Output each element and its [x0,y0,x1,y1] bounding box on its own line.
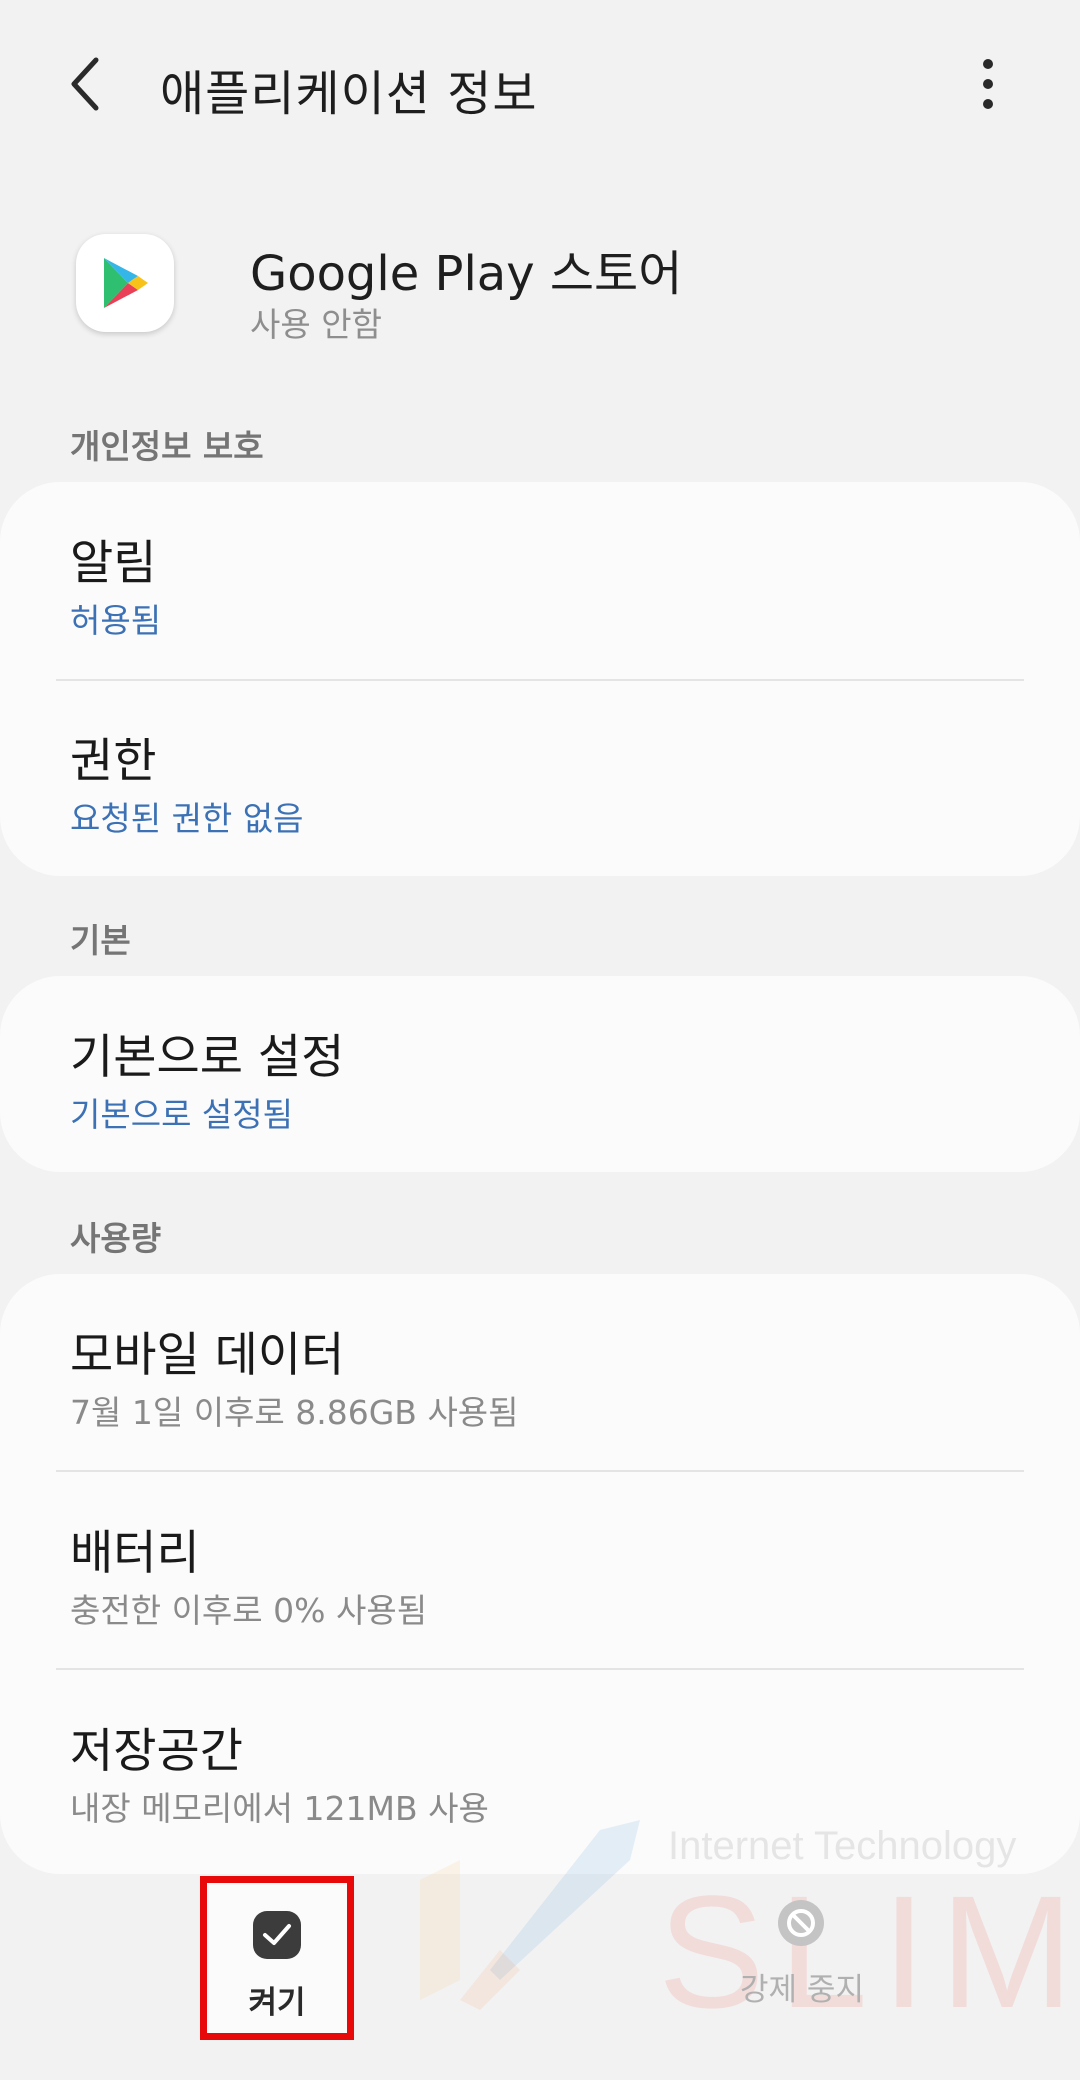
item-title: 알림 [70,536,157,591]
item-title: 저장공간 [70,1724,243,1779]
app-name: Google Play 스토어 [250,246,683,302]
page-title: 애플리케이션 정보 [160,66,538,122]
chevron-left-icon [71,57,99,111]
top-app-bar: 애플리케이션 정보 [0,0,1080,170]
item-subtitle: 내장 메모리에서 121MB 사용 [70,1789,489,1828]
section-header-privacy: 개인정보 보호 [70,427,264,466]
item-subtitle: 충전한 이후로 0% 사용됨 [70,1591,428,1630]
usage-card: 모바일 데이터 7월 1일 이후로 8.86GB 사용됨 배터리 충전한 이후로… [0,1274,1080,1874]
block-icon [778,1900,824,1946]
item-subtitle: 허용됨 [70,601,162,640]
item-subtitle: 기본으로 설정됨 [70,1095,294,1134]
check-icon [253,1911,301,1959]
app-info-header: Google Play 스토어 사용 안함 [0,220,1080,350]
bottom-action-bar: 켜기 강제 중지 [0,1868,1080,2080]
item-subtitle: 7월 1일 이후로 8.86GB 사용됨 [70,1393,519,1432]
item-title: 권한 [70,734,157,789]
more-vert-icon [983,59,993,109]
force-stop-button[interactable]: 강제 중지 [720,1898,884,2028]
privacy-card: 알림 허용됨 권한 요청된 권한 없음 [0,482,1080,876]
item-subtitle: 요청된 권한 없음 [70,799,304,838]
defaults-card: 기본으로 설정 기본으로 설정됨 [0,976,1080,1172]
force-stop-label: 강제 중지 [740,1972,864,2008]
section-header-defaults: 기본 [70,921,131,960]
item-title: 배터리 [70,1526,200,1581]
mobile-data-item[interactable]: 모바일 데이터 7월 1일 이후로 8.86GB 사용됨 [0,1274,1080,1470]
more-options-button[interactable] [964,52,1012,116]
battery-item[interactable]: 배터리 충전한 이후로 0% 사용됨 [0,1472,1080,1668]
enable-label: 켜기 [248,1985,306,2021]
item-title: 모바일 데이터 [70,1328,345,1383]
enable-button[interactable]: 켜기 [200,1876,354,2040]
section-header-usage: 사용량 [70,1219,162,1258]
storage-item[interactable]: 저장공간 내장 메모리에서 121MB 사용 [0,1670,1080,1866]
permissions-item[interactable]: 권한 요청된 권한 없음 [0,680,1080,876]
back-button[interactable] [62,52,116,116]
item-title: 기본으로 설정 [70,1030,345,1085]
notifications-item[interactable]: 알림 허용됨 [0,482,1080,678]
app-status: 사용 안함 [250,305,382,344]
google-play-icon [76,234,174,332]
set-as-default-item[interactable]: 기본으로 설정 기본으로 설정됨 [0,976,1080,1172]
